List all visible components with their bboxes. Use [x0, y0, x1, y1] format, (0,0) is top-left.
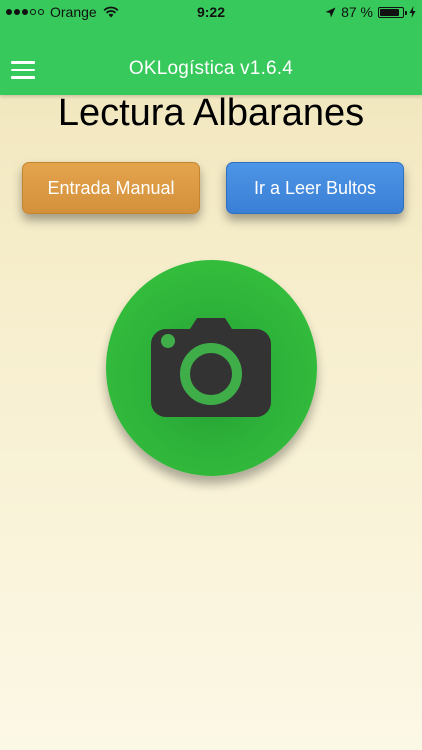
- status-right: 87 %: [325, 4, 416, 20]
- location-arrow-icon: [325, 7, 336, 17]
- camera-icon: [151, 318, 271, 417]
- nav-title: OKLogística v1.6.4: [128, 58, 294, 79]
- battery-icon: [378, 6, 407, 18]
- charging-bolt-icon: [409, 6, 416, 18]
- manual-entry-button[interactable]: Entrada Manual: [22, 162, 200, 214]
- page-title: Lectura Albaranes: [57, 92, 365, 134]
- read-packages-button[interactable]: Ir a Leer Bultos: [226, 162, 404, 214]
- status-bar: Orange 9:22 87 %: [0, 0, 422, 24]
- scan-camera-button[interactable]: [106, 260, 317, 476]
- nav-bar: OKLogística v1.6.4: [0, 24, 422, 95]
- battery-level: [380, 8, 400, 16]
- battery-percent: 87 %: [341, 4, 373, 20]
